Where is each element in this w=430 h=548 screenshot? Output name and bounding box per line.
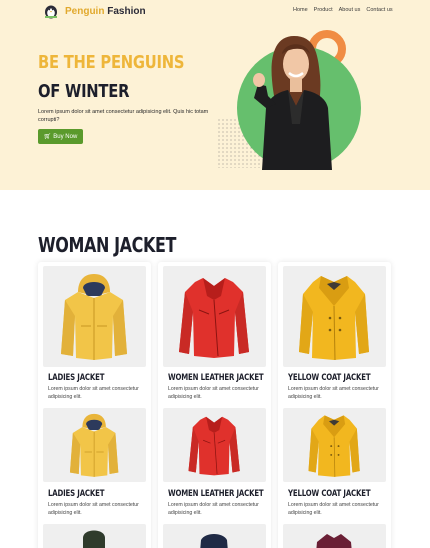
product-image[interactable] <box>163 408 266 482</box>
product-title[interactable]: LADIES JACKET <box>48 489 104 499</box>
product-image[interactable] <box>283 408 386 482</box>
hero-heading-line1: BE THE PENGUINS <box>38 52 185 73</box>
cart-icon: 🛒︎ <box>43 134 52 140</box>
product-title[interactable]: YELLOW COAT JACKET <box>288 489 371 499</box>
product-image[interactable] <box>163 524 266 548</box>
logo[interactable]: Penguin Fashion <box>42 3 146 19</box>
product-title[interactable]: WOMEN LEATHER JACKET <box>168 373 264 383</box>
product-image[interactable] <box>43 524 146 548</box>
top-nav: Home Product About us Contact us <box>293 7 393 13</box>
product-image[interactable] <box>163 266 266 367</box>
product-image[interactable] <box>43 408 146 482</box>
product-description: Lorem ipsum dolor sit amet consectetur a… <box>288 502 379 516</box>
product-description: Lorem ipsum dolor sit amet consectetur a… <box>288 386 379 400</box>
buy-now-button[interactable]: 🛒︎ Buy Now <box>38 129 83 144</box>
brand-name: Penguin Fashion <box>65 5 146 17</box>
nav-home[interactable]: Home <box>293 7 308 13</box>
hero-heading-line2: OF WINTER <box>38 81 130 102</box>
nav-about-us[interactable]: About us <box>339 7 361 13</box>
product-image[interactable] <box>283 266 386 367</box>
hero-section: Penguin Fashion Home Product About us Co… <box>0 0 430 190</box>
nav-product[interactable]: Product <box>314 7 333 13</box>
hero-model-image <box>253 36 332 170</box>
product-image[interactable] <box>283 524 386 548</box>
product-card[interactable]: LADIES JACKET Lorem ipsum dolor sit amet… <box>38 262 151 548</box>
product-card[interactable]: YELLOW COAT JACKET Lorem ipsum dolor sit… <box>278 262 391 548</box>
buy-now-label: Buy Now <box>53 133 78 140</box>
product-title[interactable]: WOMEN LEATHER JACKET <box>168 489 264 499</box>
product-description: Lorem ipsum dolor sit amet consectetur a… <box>168 502 259 516</box>
product-card[interactable]: WOMEN LEATHER JACKET Lorem ipsum dolor s… <box>158 262 271 548</box>
product-title[interactable]: YELLOW COAT JACKET <box>288 373 371 383</box>
product-description: Lorem ipsum dolor sit amet consectetur a… <box>168 386 259 400</box>
nav-contact-us[interactable]: Contact us <box>366 7 392 13</box>
hero-description: Lorem ipsum dolor sit amet consectetur a… <box>38 109 209 123</box>
section-title: WOMAN JACKET <box>38 233 177 257</box>
penguin-logo-icon <box>45 5 57 19</box>
product-image[interactable] <box>43 266 146 367</box>
product-title[interactable]: LADIES JACKET <box>48 373 104 383</box>
product-description: Lorem ipsum dolor sit amet consectetur a… <box>48 502 139 516</box>
product-description: Lorem ipsum dolor sit amet consectetur a… <box>48 386 139 400</box>
